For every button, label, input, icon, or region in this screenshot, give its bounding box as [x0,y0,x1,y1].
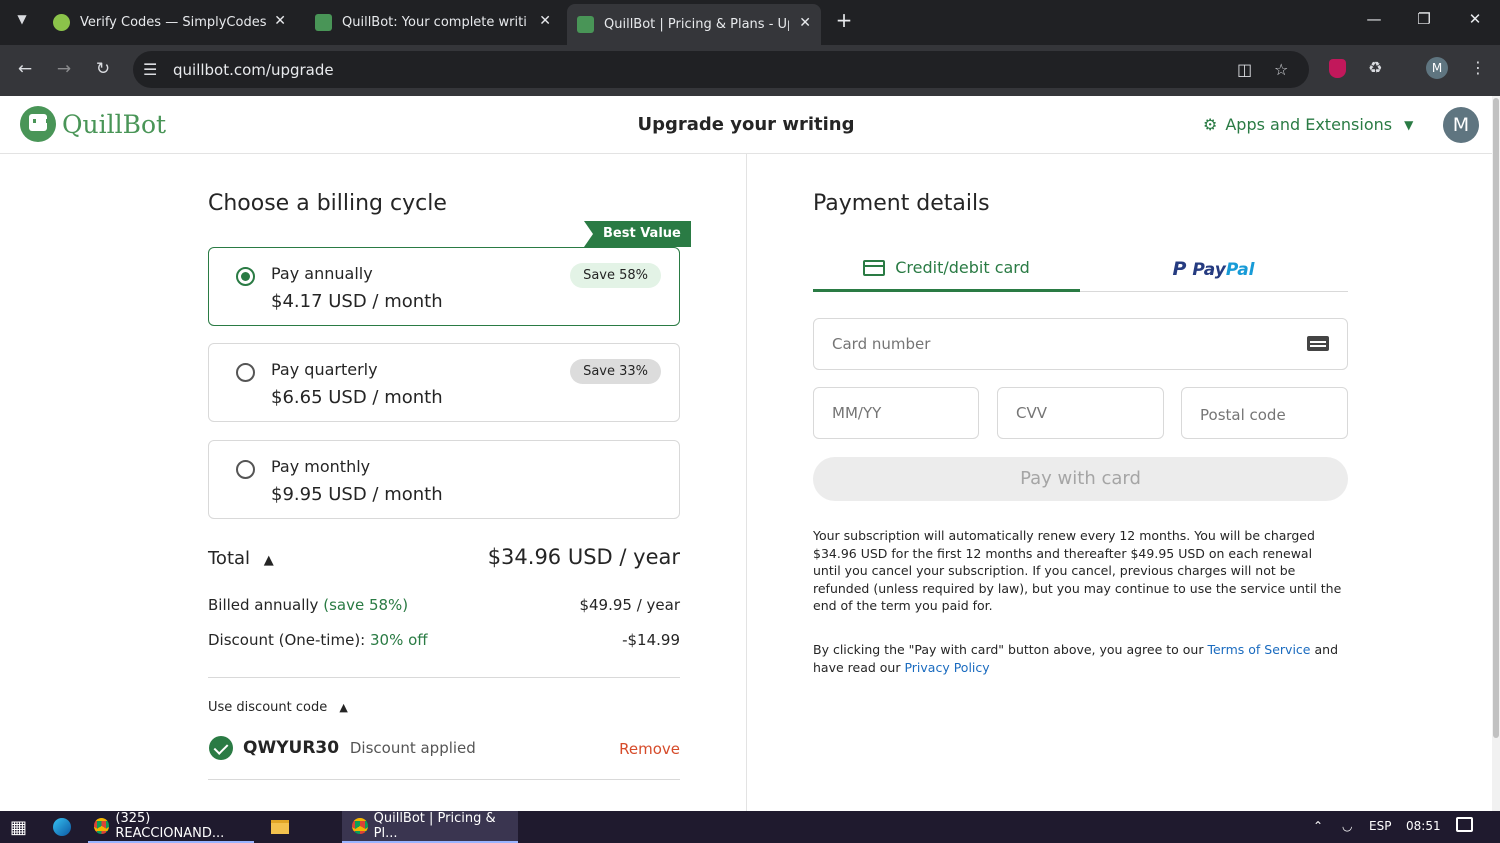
check-circle-icon [209,736,233,760]
site-header: QuillBot Upgrade your writing ⚙ Apps and… [0,96,1492,154]
privacy-policy-link[interactable]: Privacy Policy [904,660,989,675]
total-toggle[interactable]: Total ▲ [208,548,274,569]
card-keypad-icon [1307,336,1329,351]
clock[interactable]: 08:51 [1406,819,1441,833]
windows-taskbar: ▦ (325) REACCIONAND... QuillBot | Pricin… [0,811,1500,843]
radio-monthly[interactable] [236,460,255,479]
back-icon[interactable]: ← [13,59,37,79]
chevron-up-icon: ▲ [339,701,348,714]
profile-avatar[interactable]: M [1426,57,1448,79]
best-value-badge: Best Value [584,221,691,247]
divider [208,779,680,780]
card-number-field[interactable]: Card number [813,318,1348,370]
payment-method-tabs: Credit/debit card P PayPal [813,246,1348,292]
divider [208,677,680,678]
chevron-down-icon: ▼ [1404,117,1414,132]
paypal-logo: P PayPal [1172,258,1255,280]
discount-code-toggle[interactable]: Use discount code ▲ [208,700,680,715]
tray-chevron-up-icon[interactable]: ⌃ [1313,819,1323,833]
save-badge: Save 33% [570,359,661,384]
menu-kebab-icon[interactable]: ⋮ [1470,58,1486,77]
page-content: QuillBot Upgrade your writing ⚙ Apps and… [0,96,1492,811]
chrome-icon [352,818,368,834]
plan-quarterly[interactable]: Pay quarterly $6.65 USD / month Save 33% [208,343,680,422]
url-bar[interactable]: ☰ quillbot.com/upgrade ◫ ☆ [133,51,1309,88]
close-tab-icon[interactable]: ✕ [274,13,286,29]
restore-icon[interactable]: ❐ [1409,10,1439,28]
applied-code-row: QWYUR30 Discount applied Remove [243,738,680,758]
plan-monthly[interactable]: Pay monthly $9.95 USD / month [208,440,680,519]
plan-annual[interactable]: Pay annually $4.17 USD / month Save 58% [208,247,680,326]
payment-heading: Payment details [813,191,990,216]
renewal-terms-text: Your subscription will automatically ren… [813,528,1342,613]
close-tab-icon[interactable]: ✕ [799,15,811,31]
new-tab-button[interactable]: + [829,8,859,32]
scrollbar-thumb[interactable] [1493,98,1499,738]
extensions-puzzle-icon[interactable]: ♻ [1368,58,1382,77]
url-text: quillbot.com/upgrade [173,61,334,79]
bookmark-star-icon[interactable]: ☆ [1274,60,1288,79]
expiry-field[interactable]: MM/YY [813,387,979,439]
credit-card-icon [863,259,886,276]
edge-icon[interactable] [53,811,71,843]
taskbar-chrome-quillbot[interactable]: QuillBot | Pricing & Pl... [342,811,518,843]
total-value: $34.96 USD / year [487,545,680,569]
simplycodes-favicon-icon [53,14,70,31]
save-badge: Save 58% [570,263,661,288]
site-settings-icon[interactable]: ☰ [143,60,157,79]
agreement-text: By clicking the "Pay with card" button a… [813,642,1339,675]
tab-quillbot-writing[interactable]: QuillBot: Your complete writing ✕ [305,6,561,39]
discount-row: Discount (One-time): 30% off -$14.99 [208,631,680,649]
close-tab-icon[interactable]: ✕ [539,13,551,29]
tab-simplycodes[interactable]: Verify Codes — SimplyCodes ✕ [44,6,296,39]
wifi-icon[interactable]: ◡ [1342,819,1352,833]
forward-icon[interactable]: → [52,59,76,79]
cvv-field[interactable]: CVV [997,387,1164,439]
reload-icon[interactable]: ↻ [91,59,115,79]
user-avatar[interactable]: M [1443,107,1479,143]
install-app-icon[interactable]: ◫ [1237,60,1252,79]
input-language[interactable]: ESP [1369,819,1391,833]
postal-code-field[interactable]: Postal code [1181,387,1348,439]
pay-with-card-button[interactable]: Pay with card [813,457,1348,501]
radio-annual[interactable] [236,267,255,286]
taskbar-chrome-youtube[interactable]: (325) REACCIONAND... [88,811,254,843]
billing-heading: Choose a billing cycle [208,191,447,216]
apps-extensions-menu[interactable]: ⚙ Apps and Extensions ▼ [1203,115,1413,134]
notification-icon[interactable] [1456,817,1473,832]
quillbot-favicon-icon [577,16,594,33]
chevron-up-icon: ▲ [263,553,274,568]
radio-quarterly[interactable] [236,363,255,382]
browser-tab-strip: ▼ Verify Codes — SimplyCodes ✕ QuillBot:… [0,0,1500,45]
column-divider [746,154,747,811]
remove-code-button[interactable]: Remove [619,740,680,758]
tab-paypal[interactable]: P PayPal [1080,246,1347,292]
billed-row: Billed annually (save 58%) $49.95 / year [208,596,680,614]
paypal-icon: P [1172,258,1187,280]
ublock-extension-icon[interactable] [1329,59,1346,78]
address-bar: ← → ↻ ☰ quillbot.com/upgrade ◫ ☆ ♻ M ⋮ [0,45,1500,96]
minimize-icon[interactable]: — [1359,10,1389,28]
windows-start-icon[interactable]: ▦ [10,811,27,843]
tab-credit-card[interactable]: Credit/debit card [813,246,1080,292]
discount-code: QWYUR30 [243,738,340,758]
page-scrollbar[interactable] [1492,96,1500,811]
puzzle-icon: ⚙ [1203,115,1218,134]
total-row: Total ▲ $34.96 USD / year [208,545,680,569]
close-window-icon[interactable]: ✕ [1460,10,1490,28]
quillbot-favicon-icon [315,14,332,31]
chrome-icon [94,818,110,834]
tab-quillbot-pricing[interactable]: QuillBot | Pricing & Plans - Upg ✕ [567,4,821,45]
terms-of-service-link[interactable]: Terms of Service [1207,642,1310,657]
file-explorer-icon[interactable] [271,811,289,843]
tab-search-icon[interactable]: ▼ [10,12,34,26]
